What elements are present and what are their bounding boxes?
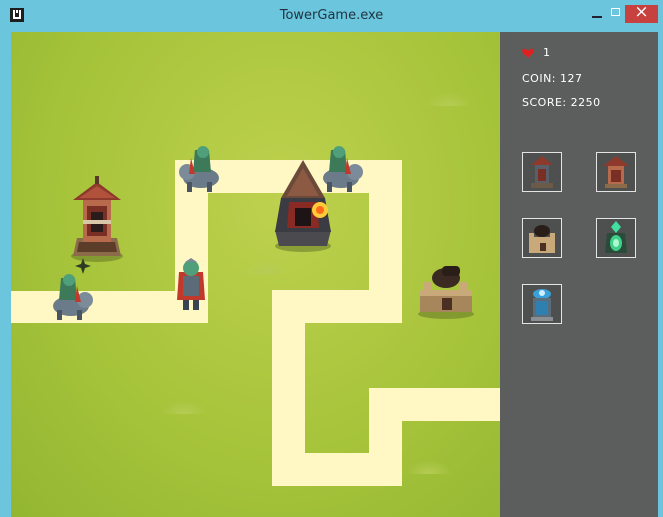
crystal-tower-icon	[605, 221, 627, 253]
enemy-path	[369, 388, 500, 421]
minimize-button[interactable]	[585, 4, 609, 24]
grass-tuft	[161, 400, 207, 414]
shuriken-icon	[75, 258, 91, 274]
enemy-beast-rider	[53, 274, 93, 320]
close-button[interactable]	[625, 2, 658, 23]
game-board[interactable]	[11, 32, 500, 517]
enemy-armored-orc	[177, 258, 205, 310]
heart-icon	[522, 48, 534, 58]
pagoda-tower-icon	[603, 156, 629, 188]
cannon-tower-icon	[529, 225, 555, 253]
pagoda-tower[interactable]	[67, 176, 127, 262]
coin-counter: COIN: 127	[522, 72, 583, 85]
score-counter: SCORE: 2250	[522, 96, 601, 109]
grass-tuft	[406, 460, 452, 474]
tower-shop-slot-2[interactable]	[596, 152, 636, 192]
lives-count: 1	[543, 46, 551, 59]
game-window: TowerGame.exe × 1 COIN: 127 SCORE: 2250	[0, 0, 663, 517]
enemy-beast-rider	[179, 146, 219, 192]
cannon-tower[interactable]	[414, 260, 480, 320]
title-bar[interactable]: TowerGame.exe	[0, 0, 663, 32]
tower-shop-slot-4[interactable]	[596, 218, 636, 258]
pagoda-tower-icon	[531, 156, 553, 188]
tower-shop-slot-1[interactable]	[522, 152, 562, 192]
window-title: TowerGame.exe	[279, 8, 384, 23]
side-panel: 1 COIN: 127 SCORE: 2250	[500, 32, 658, 517]
tesla-tower-icon	[531, 289, 553, 321]
grass-tuft	[243, 260, 289, 274]
tower-shop-slot-5[interactable]	[522, 284, 562, 324]
enemy-beast-rider	[323, 146, 363, 192]
maximize-button[interactable]	[611, 4, 625, 24]
tower-shop-slot-3[interactable]	[522, 218, 562, 258]
grass-tuft	[426, 92, 472, 106]
